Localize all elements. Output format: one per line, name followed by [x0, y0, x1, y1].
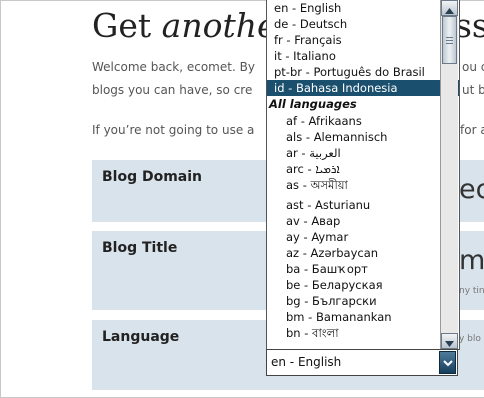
intro-line-1-right: ou c [462, 60, 484, 74]
dropdown-option[interactable]: ar - العربية [267, 145, 459, 161]
dropdown-scrollbar[interactable] [440, 0, 458, 349]
scroll-down-button[interactable] [441, 333, 458, 349]
dropdown-option[interactable]: arc - ܐܪܡܝܐ [267, 161, 459, 177]
dropdown-group-header: All languages [269, 97, 357, 111]
select-arrow-button[interactable] [439, 351, 456, 374]
intro-line-3-right: for a [460, 123, 484, 137]
page-title-italic: anothe [161, 6, 277, 45]
language-dropdown-list[interactable]: en - English de - Deutsch fr - Français it … [266, 0, 460, 350]
language-hint: y blo [459, 334, 481, 344]
dropdown-option[interactable]: bn - বাংলা [267, 325, 459, 341]
dropdown-option[interactable]: id - Bahasa Indonesia [267, 80, 459, 96]
intro-line-3: If you’re not going to use a [92, 123, 255, 137]
language-label: Language [102, 329, 180, 345]
dropdown-option[interactable]: en - English [267, 0, 459, 16]
dropdown-option[interactable]: it - Italiano [267, 48, 459, 64]
dropdown-option[interactable]: ast - Asturianu [267, 197, 459, 213]
dropdown-option[interactable]: ba - Башҡорт [267, 261, 459, 277]
dropdown-option[interactable]: pt-br - Português do Brasil [267, 64, 459, 80]
dropdown-option[interactable]: af - Afrikaans [267, 113, 459, 129]
dropdown-option[interactable]: fr - Français [267, 32, 459, 48]
language-select-value: en - English [271, 355, 342, 369]
blog-domain-input[interactable]: ec [459, 174, 484, 205]
dropdown-option[interactable]: bm - Bamanankan [267, 309, 459, 325]
dropdown-option[interactable]: ay - Aymar [267, 229, 459, 245]
intro-line-2: blogs you can have, so cre [92, 83, 253, 97]
dropdown-option[interactable]: de - Deutsch [267, 16, 459, 32]
intro-line-1: Welcome back, ecomet. By [92, 60, 255, 74]
scroll-thumb[interactable] [442, 16, 457, 64]
blog-title-input[interactable]: mp [459, 245, 484, 276]
scroll-up-button[interactable] [441, 0, 458, 16]
page-title: Get anothe [92, 6, 277, 45]
triangle-down-icon [445, 332, 454, 351]
dropdown-option[interactable]: az - Azərbaycan [267, 245, 459, 261]
language-select[interactable]: en - English [266, 349, 458, 376]
blog-domain-label: Blog Domain [102, 169, 203, 185]
intro-line-2-right: ut b [462, 83, 484, 97]
blog-title-label: Blog Title [102, 240, 178, 256]
page-title-start: Get [92, 6, 162, 45]
blog-title-hint: ny tin [459, 286, 484, 296]
dropdown-option[interactable]: av - Авар [267, 213, 459, 229]
chevron-down-icon [442, 356, 453, 370]
triangle-up-icon [445, 0, 454, 18]
dropdown-option[interactable]: as - অসমীয়া [267, 177, 459, 193]
dropdown-option[interactable]: be - Беларуская [267, 277, 459, 293]
dropdown-option[interactable]: bg - Български [267, 293, 459, 309]
dropdown-option[interactable]: als - Alemannisch [267, 129, 459, 145]
